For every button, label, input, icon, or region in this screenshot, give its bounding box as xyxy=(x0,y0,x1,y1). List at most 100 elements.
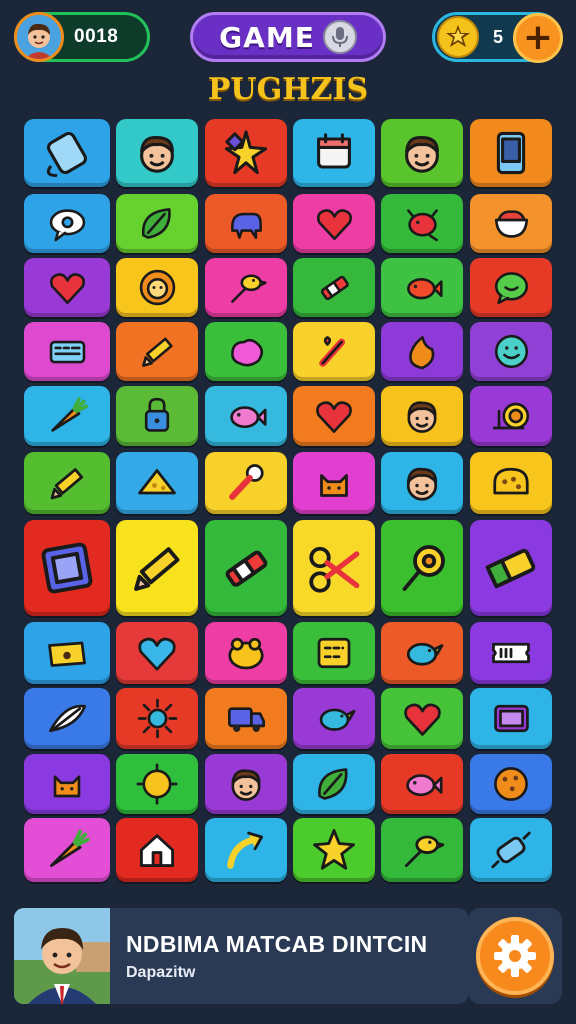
grid-tile[interactable] xyxy=(116,754,198,814)
player-portrait xyxy=(14,908,110,1004)
grid-tile[interactable] xyxy=(116,688,198,749)
score-display: 0018 xyxy=(14,12,150,62)
grid-tile[interactable] xyxy=(116,622,198,684)
lion-icon xyxy=(139,269,175,306)
grid-tile[interactable] xyxy=(470,818,552,882)
grid-tile[interactable] xyxy=(470,520,552,616)
grid-tile[interactable] xyxy=(470,258,552,317)
grid-tile[interactable] xyxy=(24,119,110,187)
pink-blob-icon xyxy=(230,338,263,367)
grid-tile[interactable] xyxy=(24,194,110,253)
grid-tile[interactable] xyxy=(116,119,198,187)
grid-tile[interactable] xyxy=(470,119,552,187)
grid-tile[interactable] xyxy=(381,818,463,882)
grid-tile[interactable] xyxy=(205,119,287,187)
grid-tile[interactable] xyxy=(293,322,375,381)
game-title: GAME xyxy=(219,20,315,54)
grid-tile[interactable] xyxy=(116,194,198,253)
grid-tile[interactable] xyxy=(293,688,375,749)
grid-tile[interactable] xyxy=(24,322,110,381)
heart-icon xyxy=(49,273,85,305)
grid-tile[interactable] xyxy=(205,688,287,749)
grid-tile[interactable] xyxy=(470,452,552,514)
grid-tile[interactable] xyxy=(293,386,375,446)
grid-tile[interactable] xyxy=(116,818,198,882)
grid-tile[interactable] xyxy=(205,194,287,253)
grid-tile[interactable] xyxy=(116,258,198,317)
grid-tile[interactable] xyxy=(293,818,375,882)
grid-tile[interactable] xyxy=(381,520,463,616)
heart-icon xyxy=(316,401,352,433)
grid-tile[interactable] xyxy=(205,622,287,684)
grid-tile[interactable] xyxy=(293,258,375,317)
grid-tile[interactable] xyxy=(24,520,110,616)
player-info-panel[interactable]: NDBIMA MATCAB DINTCIN Dapazitw xyxy=(14,908,468,1004)
grid-tile[interactable] xyxy=(381,688,463,749)
grid-tile[interactable] xyxy=(24,754,110,814)
grid-tile[interactable] xyxy=(381,386,463,446)
grid-tile[interactable] xyxy=(116,386,198,446)
microphone-icon xyxy=(229,464,264,500)
house-icon xyxy=(139,834,175,868)
grid-tile[interactable] xyxy=(381,622,463,684)
grid-tile[interactable] xyxy=(381,258,463,317)
leaf-icon xyxy=(141,208,171,239)
grid-tile[interactable] xyxy=(470,688,552,749)
game-title-button[interactable]: GAME xyxy=(190,12,386,62)
grid-tile[interactable] xyxy=(24,386,110,446)
grid-tile[interactable] xyxy=(205,258,287,317)
grid-tile[interactable] xyxy=(24,452,110,514)
grid-tile[interactable] xyxy=(470,622,552,684)
grid-tile[interactable] xyxy=(24,818,110,882)
grid-tile[interactable] xyxy=(381,754,463,814)
feather-icon xyxy=(48,704,86,733)
grid-tile[interactable] xyxy=(205,520,287,616)
grid-tile[interactable] xyxy=(205,322,287,381)
grid-tile[interactable] xyxy=(24,688,110,749)
cheese-icon xyxy=(138,469,176,495)
grid-tile[interactable] xyxy=(470,754,552,814)
pink-fish-icon xyxy=(230,406,267,429)
smiley-icon xyxy=(494,334,528,369)
scissors-icon xyxy=(309,546,360,593)
grid-tile[interactable] xyxy=(293,622,375,684)
grid-tile[interactable] xyxy=(205,386,287,446)
grid-tile[interactable] xyxy=(24,258,110,317)
crayon-icon xyxy=(225,550,268,587)
grid-tile[interactable] xyxy=(293,754,375,814)
grid-tile[interactable] xyxy=(116,322,198,381)
blue-splash-icon xyxy=(230,212,262,239)
score-value: 0018 xyxy=(74,26,119,47)
settings-button[interactable] xyxy=(476,917,554,995)
grid-tile[interactable] xyxy=(116,452,198,514)
smartphone-icon xyxy=(496,131,526,175)
grid-tile[interactable] xyxy=(293,119,375,187)
crayon-icon xyxy=(320,275,349,301)
player-avatar[interactable] xyxy=(14,12,64,62)
microphone-icon[interactable] xyxy=(322,20,357,54)
grid-tile[interactable] xyxy=(470,194,552,253)
heart-icon xyxy=(403,703,441,736)
grid-tile[interactable] xyxy=(381,119,463,187)
red-fish-icon xyxy=(406,277,443,300)
grid-tile[interactable] xyxy=(205,452,287,514)
grid-tile[interactable] xyxy=(293,520,375,616)
coin-icon xyxy=(437,16,479,58)
snail-icon xyxy=(492,402,530,430)
add-coins-button[interactable]: + xyxy=(513,13,563,63)
grid-tile[interactable] xyxy=(116,520,198,616)
grid-tile[interactable] xyxy=(205,818,287,882)
pink-fish-icon xyxy=(406,774,443,797)
grid-tile[interactable] xyxy=(293,194,375,253)
grid-tile[interactable] xyxy=(293,452,375,514)
grid-tile[interactable] xyxy=(470,386,552,446)
grid-tile[interactable] xyxy=(381,452,463,514)
grid-tile[interactable] xyxy=(24,622,110,684)
grid-tile[interactable] xyxy=(381,322,463,381)
photo-frame-icon xyxy=(41,542,93,594)
ticket-icon xyxy=(492,642,530,664)
grid-tile[interactable] xyxy=(205,754,287,814)
grid-tile[interactable] xyxy=(381,194,463,253)
grid-tile[interactable] xyxy=(470,322,552,381)
boy-face-icon xyxy=(231,769,261,801)
